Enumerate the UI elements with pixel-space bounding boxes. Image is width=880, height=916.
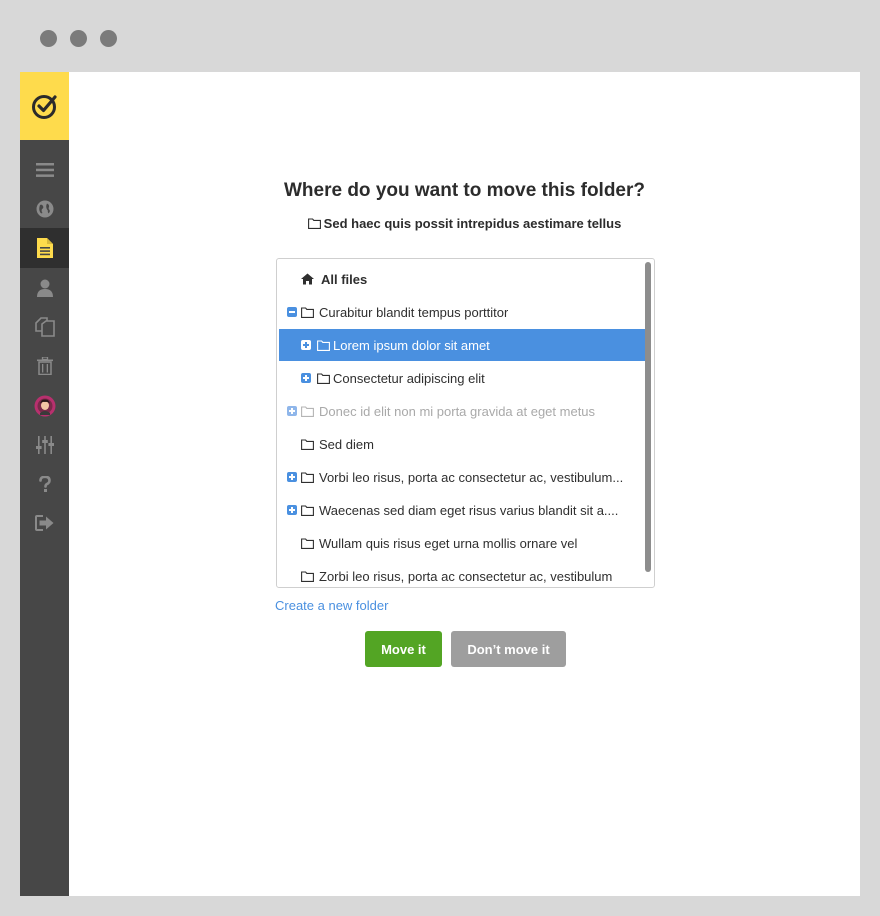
- dialog-title: Where do you want to move this folder?: [283, 180, 646, 201]
- tree-item-label: Consectetur adipiscing elit: [333, 370, 485, 386]
- app-window: Where do you want to move this folder? S…: [20, 72, 860, 896]
- sidebar-item-user[interactable]: [20, 268, 69, 308]
- folder-icon: [301, 438, 314, 450]
- folder-icon: [317, 339, 330, 351]
- sliders-icon: [35, 436, 54, 454]
- sidebar-item-menu[interactable]: [20, 150, 69, 190]
- folder-icon: [301, 504, 314, 516]
- user-icon: [36, 279, 53, 297]
- folder-icon: [301, 537, 314, 549]
- check-circle-icon: [31, 95, 57, 119]
- sidebar-item-globe[interactable]: [20, 189, 69, 229]
- tree-item[interactable]: Curabitur blandit tempus porttitor: [279, 296, 651, 328]
- sidebar-item-documents[interactable]: [20, 228, 69, 268]
- window-maximize-dot[interactable]: [100, 30, 117, 47]
- globe-icon: [36, 200, 53, 218]
- create-folder-link[interactable]: Create a new folder: [275, 598, 388, 613]
- window-minimize-dot[interactable]: [70, 30, 87, 47]
- tree-item-label: Curabitur blandit tempus porttitor: [319, 304, 509, 320]
- expand-icon[interactable]: [301, 373, 311, 383]
- tree-scrollbar[interactable]: [645, 262, 651, 572]
- folder-icon: [317, 372, 330, 384]
- trash-icon: [36, 357, 53, 375]
- folder-icon: [301, 306, 314, 318]
- tree-item[interactable]: Zorbi leo risus, porta ac consectetur ac…: [279, 560, 651, 587]
- tree-item-label: Vorbi leo risus, porta ac consectetur ac…: [319, 469, 624, 485]
- sidebar-item-trash[interactable]: [20, 346, 69, 386]
- tree-item-disabled: Donec id elit non mi porta gravida at eg…: [279, 395, 651, 427]
- tree-root-all-files[interactable]: All files: [279, 263, 651, 295]
- tree-item[interactable]: Wullam quis risus eget urna mollis ornar…: [279, 527, 651, 559]
- sign-out-icon: [35, 515, 54, 531]
- tree-item-label: Donec id elit non mi porta gravida at eg…: [319, 403, 596, 419]
- expand-icon[interactable]: [287, 406, 297, 416]
- sidebar-item-help[interactable]: [20, 464, 69, 504]
- tree-item-label: Waecenas sed diam eget risus varius blan…: [319, 502, 619, 518]
- folder-icon: [301, 471, 314, 483]
- logo[interactable]: [20, 72, 69, 140]
- window-close-dot[interactable]: [40, 30, 57, 47]
- sidebar-item-avatar[interactable]: [20, 386, 69, 426]
- tree-item[interactable]: Sed diem: [279, 428, 651, 460]
- dont-move-it-button[interactable]: Don’t move it: [451, 631, 566, 667]
- folder-icon: [307, 218, 321, 229]
- collapse-icon[interactable]: [287, 307, 297, 317]
- document-icon: [36, 238, 53, 258]
- expand-icon[interactable]: [287, 472, 297, 482]
- sidebar-item-copies[interactable]: [20, 307, 69, 347]
- avatar-icon: [34, 395, 55, 417]
- folder-icon: [301, 570, 314, 582]
- sidebar-item-logout[interactable]: [20, 503, 69, 543]
- tree-item-label: Sed diem: [319, 436, 374, 452]
- copy-icon: [34, 317, 55, 337]
- expand-icon[interactable]: [301, 340, 311, 350]
- tree-item-label: Lorem ipsum dolor sit amet: [333, 337, 490, 353]
- tree-item[interactable]: Vorbi leo risus, porta ac consectetur ac…: [279, 461, 651, 493]
- home-icon: [301, 273, 314, 285]
- hamburger-icon: [35, 163, 54, 177]
- tree-item-selected[interactable]: Lorem ipsum dolor sit amet: [279, 329, 651, 361]
- moving-folder-name: Sed haec quis possit intrepidus aestimar…: [69, 216, 860, 231]
- main-content: Where do you want to move this folder? S…: [69, 72, 860, 896]
- tree-item-label: Zorbi leo risus, porta ac consectetur ac…: [319, 568, 613, 584]
- tree-item[interactable]: Consectetur adipiscing elit: [279, 362, 651, 394]
- folder-tree[interactable]: All files Curabitur blandit tempus portt…: [276, 258, 655, 588]
- moving-folder-label: Sed haec quis possit intrepidus aestimar…: [323, 216, 622, 231]
- sidebar-item-settings[interactable]: [20, 425, 69, 465]
- tree-item[interactable]: Waecenas sed diam eget risus varius blan…: [279, 494, 651, 526]
- tree-item-label: Wullam quis risus eget urna mollis ornar…: [319, 535, 578, 551]
- sidebar: [20, 72, 69, 896]
- move-it-button[interactable]: Move it: [365, 631, 442, 667]
- folder-icon: [301, 405, 314, 417]
- tree-root-label: All files: [321, 271, 368, 287]
- expand-icon[interactable]: [287, 505, 297, 515]
- question-icon: [38, 475, 51, 492]
